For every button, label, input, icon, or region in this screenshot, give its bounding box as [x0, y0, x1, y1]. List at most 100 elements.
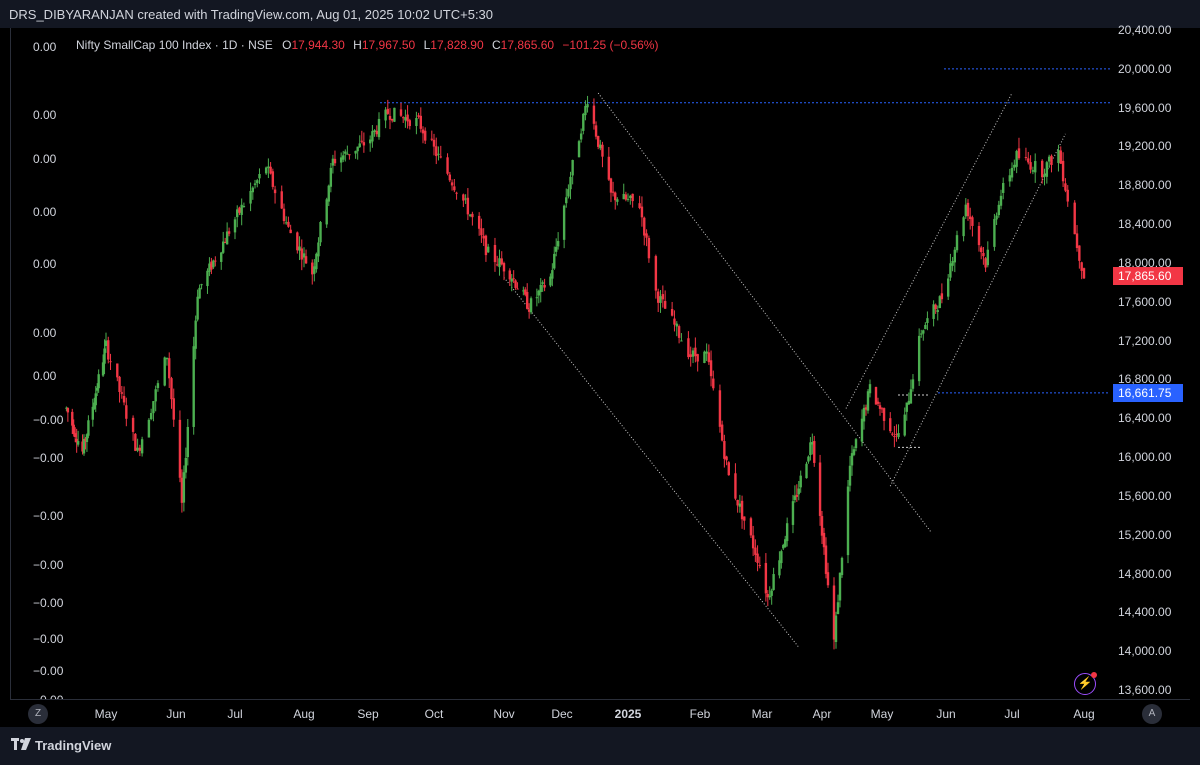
time-axis-tick: Nov — [493, 707, 515, 721]
candle-body — [1029, 162, 1032, 170]
left-scale-tick: 0.00 — [33, 326, 57, 340]
candle-body — [687, 338, 690, 358]
candle-body — [607, 156, 611, 180]
candle-body — [971, 217, 974, 226]
candle-body — [206, 270, 209, 287]
candle-body — [846, 486, 850, 556]
candle-body — [362, 142, 366, 146]
candle-body — [986, 249, 989, 266]
left-scale-tick: −0.00 — [33, 558, 64, 572]
candle-body — [1075, 233, 1079, 248]
candle-body — [184, 457, 188, 473]
candle-body — [659, 296, 662, 303]
candle-body — [134, 433, 137, 451]
candle-body — [296, 232, 299, 251]
candle-body — [493, 244, 497, 263]
candle-body — [344, 151, 347, 154]
chart-svg[interactable] — [0, 0, 1200, 765]
candle-body — [834, 615, 838, 642]
candle-body — [553, 253, 556, 269]
candle-body — [107, 340, 110, 360]
candle-body — [120, 392, 124, 394]
price-axis-tick: 20,400.00 — [1118, 23, 1172, 37]
candle-body — [514, 280, 517, 288]
candle-body — [512, 278, 515, 280]
candle-body — [342, 155, 345, 160]
candle-body — [393, 107, 396, 122]
candle-body — [694, 347, 697, 357]
price-axis-tick: 20,000.00 — [1118, 61, 1172, 76]
candle-body — [673, 318, 676, 325]
candle-body — [327, 185, 330, 202]
candle-body — [953, 249, 956, 263]
candle-body — [480, 228, 483, 236]
candle-body — [807, 456, 810, 462]
time-axis-tick: Jul — [1004, 707, 1020, 721]
candle-body — [611, 191, 615, 193]
candle-body — [893, 436, 896, 438]
candle-body — [437, 153, 440, 155]
candle-body — [824, 545, 828, 574]
candle-body — [718, 390, 722, 427]
candle-body — [165, 357, 169, 360]
candle-body — [435, 146, 438, 157]
candle-body — [484, 235, 488, 256]
candle-body — [358, 143, 361, 148]
candle-body — [882, 408, 886, 421]
candle-body — [645, 233, 648, 238]
candle-body — [87, 420, 90, 436]
candle-body — [319, 221, 322, 243]
candle-body — [609, 178, 613, 193]
legend-title: Nifty SmallCap 100 Index · 1D · NSE — [76, 38, 273, 52]
candle-body — [949, 263, 952, 278]
time-axis-tick: Oct — [424, 707, 444, 721]
candle-body — [1040, 160, 1044, 178]
candle-body — [227, 231, 231, 234]
candle-body — [977, 226, 981, 246]
candle-body — [1010, 167, 1014, 178]
candle-body — [889, 418, 892, 432]
zoom-reset-button[interactable]: Z — [28, 704, 48, 724]
candle-body — [703, 351, 706, 363]
candle-body — [601, 144, 604, 157]
price-axis-tick: 16,000.00 — [1118, 450, 1172, 465]
candle-body — [109, 361, 112, 363]
candle-body — [785, 523, 789, 542]
candle-body — [707, 352, 711, 363]
candle-body — [391, 118, 394, 121]
candle-body — [860, 418, 864, 442]
auto-scale-button[interactable]: A — [1142, 704, 1162, 724]
time-axis-tick: Aug — [293, 707, 315, 721]
candle-body — [723, 441, 726, 459]
candle-body — [163, 357, 166, 386]
candle-body — [999, 195, 1003, 206]
candle-body — [920, 333, 923, 335]
candle-body — [749, 518, 753, 536]
candle-body — [562, 205, 566, 240]
time-axis[interactable]: Z A May Jun Jul Aug Sep Oct Nov Dec 2025 Feb Mar Ap… — [10, 699, 1190, 728]
candle-body — [1031, 170, 1035, 172]
candle-body — [249, 190, 252, 204]
candle-body — [1034, 161, 1037, 173]
candle-body — [125, 405, 128, 419]
candle-body — [622, 193, 625, 200]
candle-body — [592, 105, 596, 124]
candle-body — [482, 235, 485, 239]
candle-body — [924, 324, 927, 330]
price-axis[interactable]: 20,400.00 20,000.00 19,600.00 19,200.00 18,8… — [1110, 23, 1200, 699]
candle-body — [304, 256, 308, 264]
candle-body — [720, 424, 724, 441]
candle-body — [791, 501, 795, 525]
candle-body — [826, 572, 830, 586]
candle-body — [799, 475, 802, 488]
candle-body — [149, 413, 153, 420]
left-scale-tick: −0.00 — [33, 413, 64, 427]
price-axis-tick: 15,600.00 — [1118, 488, 1172, 503]
candle-body — [629, 195, 632, 199]
candle-body — [373, 130, 376, 133]
left-scale[interactable]: 0.00 0.00 0.00 0.00 0.00 0.00 0.00 −0.00 −0.00 −0… — [10, 28, 70, 707]
candle-body — [214, 260, 217, 262]
legend-high-label: H — [353, 38, 362, 52]
candle-body — [579, 133, 583, 140]
candle-body — [797, 488, 800, 495]
